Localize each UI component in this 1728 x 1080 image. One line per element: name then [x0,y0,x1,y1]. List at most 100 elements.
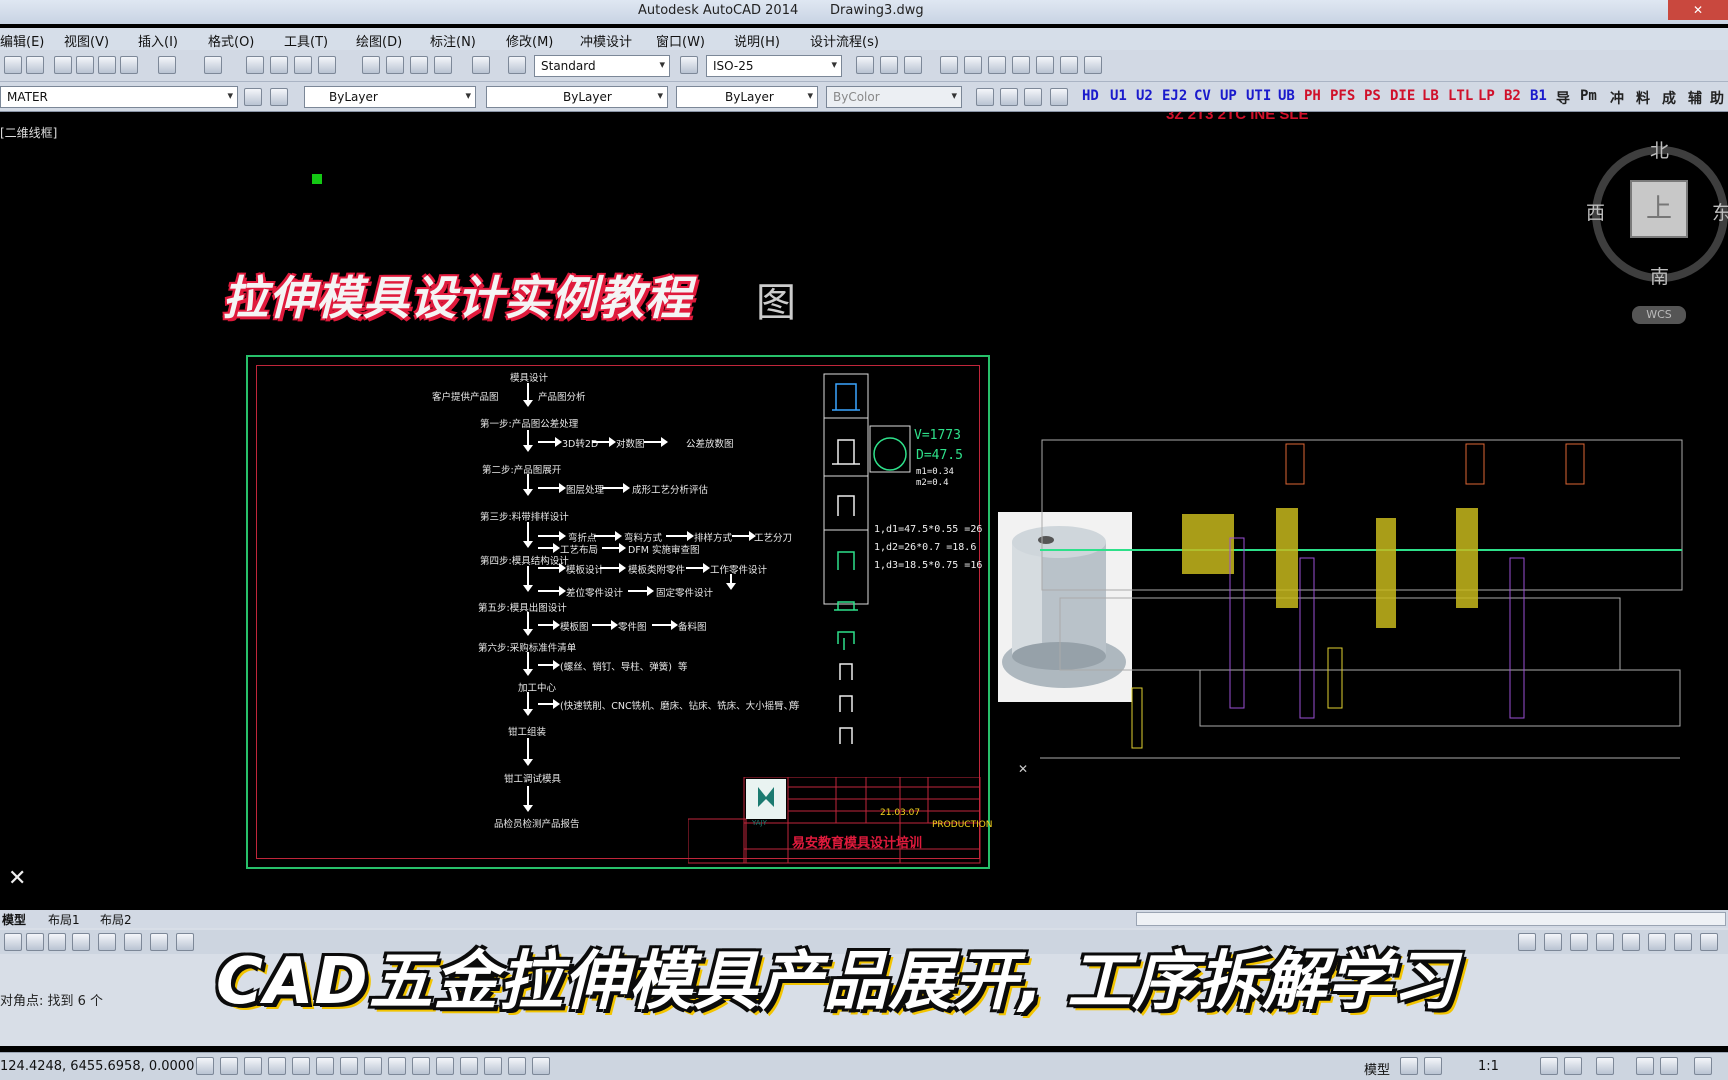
tab-layout1[interactable]: 布局1 [48,911,80,928]
zoom-icon[interactable] [270,56,288,74]
text-style-select[interactable]: Standard [534,55,670,77]
text-style-icon[interactable] [508,56,526,74]
help-icon[interactable] [472,56,490,74]
clean-screen-icon[interactable] [1694,1057,1712,1075]
print-icon[interactable] [26,933,44,951]
menu-design-flow[interactable]: 设计流程(s) [810,31,879,50]
print-icon[interactable] [26,56,44,74]
cmd-up[interactable]: UP [1220,88,1237,104]
grid-icon[interactable] [244,1057,262,1075]
hatch-icon[interactable] [4,933,22,951]
layer-tools-icon[interactable] [904,56,922,74]
cmd-pfs[interactable]: PFS [1330,88,1355,104]
menu-help[interactable]: 说明(H) [734,31,780,50]
undo-icon[interactable] [158,56,176,74]
menu-window[interactable]: 窗口(W) [656,31,705,50]
layer-select[interactable]: MATER [0,86,238,108]
transparency-icon[interactable] [460,1057,478,1075]
tool-palettes-icon[interactable] [410,56,428,74]
snap-icon[interactable] [196,1057,214,1075]
building-icon[interactable] [1024,88,1042,106]
osnap-icon[interactable] [316,1057,334,1075]
cmd-help[interactable]: 助 [1710,88,1724,108]
cmd-form[interactable]: 成 [1662,88,1676,108]
cmd-b1[interactable]: B1 [1530,88,1547,104]
link-icon[interactable] [1544,933,1562,951]
sphere-icon[interactable] [1036,56,1054,74]
cut-icon[interactable] [54,56,72,74]
box-3d-icon[interactable] [1012,56,1030,74]
gear-icon[interactable] [176,933,194,951]
menu-edit[interactable]: 编辑(E) [0,31,44,50]
wcs-menu[interactable]: WCS [1632,306,1686,324]
otrack-icon[interactable] [364,1057,382,1075]
cmd-ph[interactable]: PH [1304,88,1321,104]
menu-modify[interactable]: 修改(M) [506,31,553,50]
lineweight-select[interactable]: ByLayer [676,86,818,108]
grid-icon[interactable] [98,933,116,951]
3d-osnap-icon[interactable] [340,1057,358,1075]
cube-icon[interactable] [1060,56,1078,74]
cmd-ps[interactable]: PS [1364,88,1381,104]
ducs-icon[interactable] [388,1057,406,1075]
horizontal-scrollbar[interactable] [1136,912,1726,926]
cmd-b2[interactable]: B2 [1504,88,1521,104]
menu-tools[interactable]: 工具(T) [284,31,328,50]
link-icon[interactable] [1518,933,1536,951]
cmd-die[interactable]: DIE [1390,88,1415,104]
auto-scale-icon[interactable] [1564,1057,1582,1075]
visual-style-icon[interactable] [940,56,958,74]
selection-cycling-icon[interactable] [484,1057,502,1075]
zoom-z-icon[interactable] [976,88,994,106]
layer-previous-icon[interactable] [270,88,288,106]
cmd-cv[interactable]: CV [1194,88,1211,104]
image-icon[interactable] [72,933,90,951]
quick-view-drawings-icon[interactable] [1424,1057,1442,1075]
menu-format[interactable]: 格式(O) [208,31,254,50]
menu-insert[interactable]: 插入(I) [138,31,178,50]
viewport-label[interactable]: [二维线框] [0,124,57,141]
cmd-lb[interactable]: LB [1422,88,1439,104]
match-properties-icon[interactable] [120,56,138,74]
copy-icon[interactable] [76,56,94,74]
render-icon[interactable] [1084,56,1102,74]
viewcube[interactable]: 上 北 南 西 东 [1586,140,1728,288]
circle-icon[interactable] [150,933,168,951]
table-style-icon[interactable] [856,56,874,74]
menu-die-design[interactable]: 冲模设计 [580,31,632,50]
cmd-guide[interactable]: 导 [1556,88,1570,108]
zoom-window-icon[interactable] [294,56,312,74]
design-center-icon[interactable] [386,56,404,74]
quick-view-layouts-icon[interactable] [1400,1057,1418,1075]
pan-icon[interactable] [246,56,264,74]
ortho-icon[interactable] [268,1057,286,1075]
cmd-material[interactable]: 料 [1636,88,1650,108]
compass-east[interactable]: 东 [1712,198,1728,225]
hardware-acceleration-icon[interactable] [1660,1057,1678,1075]
cmd-aux[interactable]: 辅 [1688,88,1702,108]
resize-icon[interactable] [1700,933,1718,951]
lock-icon[interactable] [1636,1057,1654,1075]
gear-icon[interactable] [1596,1057,1614,1075]
grid-display-icon[interactable] [220,1057,238,1075]
arrow-icon[interactable] [1648,933,1666,951]
plotstyle-select[interactable]: ByColor [826,86,962,108]
paste-icon[interactable] [98,56,116,74]
move-icon[interactable] [1622,933,1640,951]
zoom-previous-icon[interactable] [318,56,336,74]
polar-icon[interactable] [292,1057,310,1075]
cmd-pm[interactable]: Pm [1580,88,1597,104]
compass-west[interactable]: 西 [1586,198,1605,225]
step-icon[interactable] [1050,88,1068,106]
hidden-icon[interactable] [988,56,1006,74]
menu-draw[interactable]: 绘图(D) [356,31,402,50]
tab-layout2[interactable]: 布局2 [100,911,132,928]
annotation-visibility-icon[interactable] [1540,1057,1558,1075]
compass-south[interactable]: 南 [1650,262,1669,289]
zoom-icon[interactable] [1596,933,1614,951]
number-icon[interactable] [1000,88,1018,106]
cmd-ub[interactable]: UB [1278,88,1295,104]
linetype-select[interactable]: ByLayer [486,86,668,108]
cmd-lp[interactable]: LP [1478,88,1495,104]
cmd-uti[interactable]: UTI [1246,88,1271,104]
